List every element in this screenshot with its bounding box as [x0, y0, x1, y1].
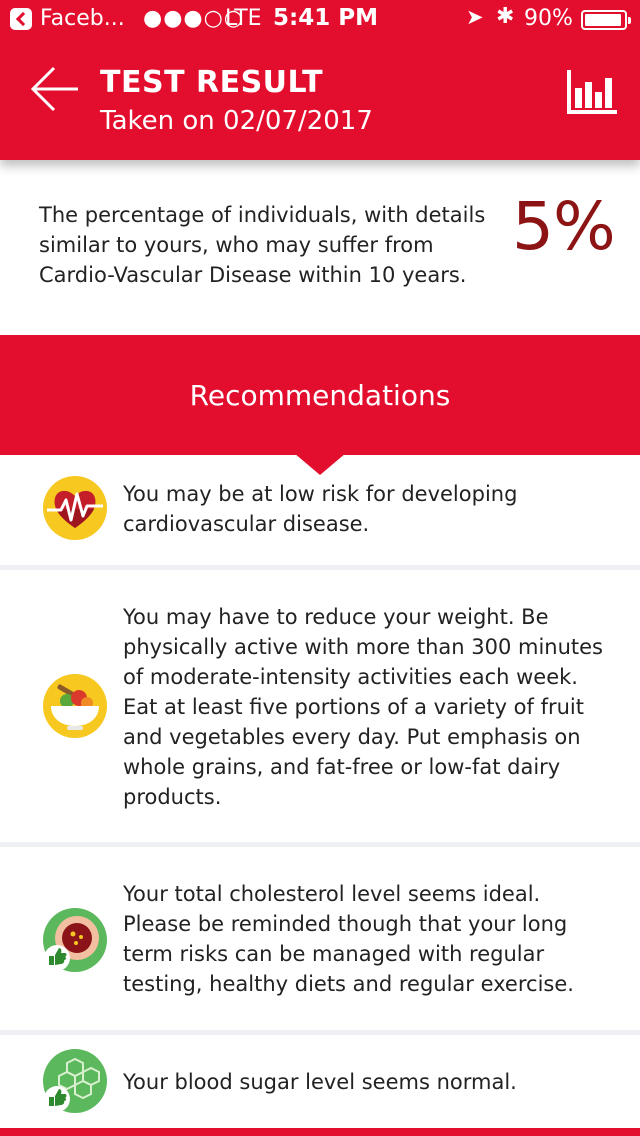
carrier-label: LTE: [225, 6, 262, 31]
recommendations-banner: Recommendations: [0, 335, 640, 475]
chevron-left-icon: [10, 7, 32, 30]
bluetooth-icon: ✱: [496, 4, 515, 29]
recommendation-item: Your blood sugar level seems normal.: [0, 1035, 640, 1128]
battery-percentage: 90%: [524, 6, 573, 31]
status-time: 5:41 PM: [273, 5, 378, 31]
bar-chart-icon[interactable]: [565, 66, 619, 116]
banner-pointer: [294, 453, 346, 475]
heart-rate-icon: [43, 476, 107, 540]
recommendations-title: Recommendations: [189, 379, 451, 412]
app-header: Faceb... ●●●○○ LTE 5:41 PM ➤ ✱ 90% TEST …: [0, 0, 640, 160]
location-arrow-icon: ➤: [466, 5, 484, 29]
battery-icon: [581, 10, 631, 30]
test-date: Taken on 02/07/2017: [100, 106, 373, 136]
blood-sugar-thumbs-up-icon: [43, 1049, 107, 1113]
risk-percentage: 5%: [512, 188, 616, 265]
back-to-app[interactable]: Faceb...: [10, 6, 125, 31]
risk-description: The percentage of individuals, with deta…: [39, 203, 486, 287]
recommendation-text: You may have to reduce your weight. Be p…: [123, 605, 603, 809]
recommendation-item: You may have to reduce your weight. Be p…: [0, 570, 640, 842]
bottom-divider: [0, 1128, 640, 1136]
recommendation-text: Your blood sugar level seems normal.: [123, 1070, 517, 1094]
recommendation-text: Your total cholesterol level seems ideal…: [123, 882, 574, 996]
status-bar: Faceb... ●●●○○ LTE 5:41 PM ➤ ✱ 90%: [0, 0, 640, 40]
healthy-food-bowl-icon: [43, 674, 107, 738]
back-arrow-icon[interactable]: [30, 66, 80, 112]
back-app-label: Faceb...: [40, 6, 125, 31]
recommendation-item: Your total cholesterol level seems ideal…: [0, 847, 640, 1030]
page-title: TEST RESULT: [100, 65, 324, 100]
cholesterol-thumbs-up-icon: [43, 908, 107, 972]
recommendation-text: You may be at low risk for developing ca…: [123, 482, 518, 536]
